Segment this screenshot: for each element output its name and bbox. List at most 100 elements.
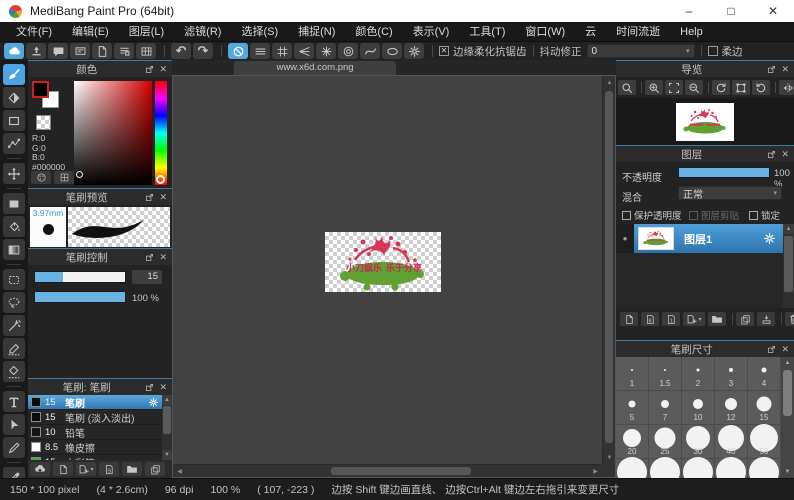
redo-button[interactable]: ↷ bbox=[193, 43, 213, 59]
canvas-viewport[interactable]: 小刀娱乐 乐于分享 ▲ ▼ ◀ ▶ bbox=[172, 75, 616, 478]
menu-timelapse[interactable]: 时间流逝 bbox=[606, 22, 670, 42]
popout-icon[interactable] bbox=[767, 65, 776, 74]
merge-layer-button[interactable] bbox=[757, 312, 775, 326]
transparent-color-swatch[interactable] bbox=[36, 115, 51, 130]
minimize-button[interactable]: – bbox=[668, 0, 710, 22]
reset-view-button[interactable] bbox=[732, 80, 750, 95]
brush-size-cell[interactable]: 4 bbox=[748, 357, 780, 390]
canvas-horizontal-scrollbar[interactable]: ◀ ▶ bbox=[173, 464, 602, 477]
layer-visibility-toggle[interactable]: ● bbox=[616, 224, 634, 253]
rotate-left-button[interactable] bbox=[712, 80, 730, 95]
menu-view[interactable]: 表示(V) bbox=[403, 22, 460, 42]
scroll-thumb[interactable] bbox=[331, 467, 471, 475]
menu-window[interactable]: 窗口(W) bbox=[515, 22, 575, 42]
navigator-view[interactable] bbox=[616, 98, 794, 145]
text-tool[interactable] bbox=[3, 391, 25, 412]
palette-button[interactable] bbox=[31, 171, 51, 184]
snap-radial-button[interactable] bbox=[316, 43, 336, 59]
saturation-value-picker[interactable] bbox=[74, 81, 152, 185]
brush-tool[interactable] bbox=[3, 64, 25, 85]
magic-wand-tool[interactable] bbox=[3, 315, 25, 336]
brush-size-cell[interactable]: 1.5 bbox=[649, 357, 681, 390]
brush-list-item[interactable]: 10 铅笔 bbox=[28, 425, 162, 440]
brush-size-cell[interactable]: 2 bbox=[682, 357, 714, 390]
brush-size-value[interactable]: 15 bbox=[132, 270, 162, 284]
lasso-tool[interactable] bbox=[3, 292, 25, 313]
eraser-tool[interactable] bbox=[3, 87, 25, 108]
snap-settings-button[interactable] bbox=[404, 43, 424, 59]
duplicate-layer-button[interactable] bbox=[736, 312, 754, 326]
gradient-tool[interactable] bbox=[3, 239, 25, 260]
zoom-out-button[interactable] bbox=[685, 80, 703, 95]
close-icon[interactable]: ✕ bbox=[159, 253, 167, 262]
menu-tools[interactable]: 工具(T) bbox=[459, 22, 515, 42]
add-brush-menu-button[interactable]: ▾ bbox=[76, 462, 96, 476]
popout-icon[interactable] bbox=[145, 253, 154, 262]
add-brush-button[interactable] bbox=[53, 462, 73, 476]
canvas-tab[interactable]: www.x6d.com.png bbox=[234, 61, 396, 75]
operate-tool[interactable] bbox=[3, 414, 25, 435]
brush-size-cell[interactable]: 30 bbox=[682, 425, 714, 458]
brush-size-cell[interactable] bbox=[649, 459, 681, 478]
popout-icon[interactable] bbox=[767, 345, 776, 354]
brush-size-slider[interactable] bbox=[34, 271, 126, 283]
brush-opacity-slider[interactable] bbox=[34, 291, 126, 303]
close-icon[interactable]: ✕ bbox=[781, 65, 789, 74]
material-list-button[interactable] bbox=[114, 43, 134, 59]
scroll-thumb[interactable] bbox=[605, 91, 613, 443]
select-eraser-tool[interactable] bbox=[3, 361, 25, 382]
snap-off-button[interactable] bbox=[228, 43, 248, 59]
brush-list-item[interactable]: 15 笔刷 (淡入淡出) bbox=[28, 410, 162, 425]
brush-size-cell[interactable]: 10 bbox=[682, 391, 714, 424]
move-tool[interactable] bbox=[3, 163, 25, 184]
brush-size-cell[interactable] bbox=[682, 459, 714, 478]
soft-edge-checkbox[interactable] bbox=[708, 46, 718, 56]
scroll-down-icon[interactable]: ▼ bbox=[781, 466, 794, 478]
shape-tool[interactable] bbox=[3, 110, 25, 131]
add-layer-menu-button[interactable]: ▾ bbox=[683, 312, 705, 326]
scroll-up-icon[interactable]: ▲ bbox=[783, 224, 794, 234]
snap-grid-button[interactable] bbox=[272, 43, 292, 59]
brush-folder-button[interactable] bbox=[122, 462, 142, 476]
layer-opacity-slider[interactable] bbox=[678, 167, 770, 178]
brush-cloud-download-button[interactable] bbox=[30, 462, 50, 476]
snap-curve-button[interactable] bbox=[360, 43, 380, 59]
scroll-left-icon[interactable]: ◀ bbox=[173, 465, 186, 478]
document-button[interactable] bbox=[92, 43, 112, 59]
scroll-up-icon[interactable]: ▲ bbox=[781, 357, 794, 369]
new-1bit-layer-button[interactable] bbox=[662, 312, 680, 326]
menu-snap[interactable]: 捕捉(N) bbox=[288, 22, 345, 42]
zoom-in-button[interactable] bbox=[645, 80, 663, 95]
brush-size-cell[interactable]: 7 bbox=[649, 391, 681, 424]
brush-size-cell[interactable]: 25 bbox=[649, 425, 681, 458]
protect-alpha-checkbox[interactable]: 保护透明度 bbox=[622, 208, 682, 222]
fill-tool[interactable] bbox=[3, 193, 25, 214]
brush-size-cell[interactable]: 12 bbox=[715, 391, 747, 424]
brush-size-cell[interactable]: 5 bbox=[616, 391, 648, 424]
scroll-up-icon[interactable]: ▲ bbox=[162, 395, 172, 405]
brush-list-item[interactable]: 15 笔刷 bbox=[28, 395, 162, 410]
menu-help[interactable]: Help bbox=[670, 22, 713, 42]
brush-size-cell[interactable] bbox=[715, 459, 747, 478]
rotate-right-button[interactable] bbox=[752, 80, 770, 95]
flip-horizontal-button[interactable] bbox=[779, 80, 794, 95]
popout-icon[interactable] bbox=[145, 193, 154, 202]
brush-list-item[interactable]: 8.5 橡皮擦 bbox=[28, 440, 162, 455]
menu-cloud[interactable]: 云 bbox=[575, 22, 606, 42]
brush-size-cell[interactable]: 50 bbox=[748, 425, 780, 458]
script-brush-button[interactable] bbox=[99, 462, 119, 476]
brush-size-cell[interactable]: 1 bbox=[616, 357, 648, 390]
scroll-up-icon[interactable]: ▲ bbox=[603, 76, 616, 89]
snap-vanishing-point-button[interactable] bbox=[294, 43, 314, 59]
menu-filter[interactable]: 滤镜(R) bbox=[174, 22, 231, 42]
brush-size-scrollbar[interactable]: ▲ ▼ bbox=[781, 357, 794, 478]
scroll-right-icon[interactable]: ▶ bbox=[589, 465, 602, 478]
menu-layer[interactable]: 图层(L) bbox=[119, 22, 174, 42]
pen-tool[interactable] bbox=[3, 437, 25, 458]
close-icon[interactable]: ✕ bbox=[159, 383, 167, 392]
brush-size-cell[interactable] bbox=[748, 459, 780, 478]
layer-folder-button[interactable] bbox=[708, 312, 726, 326]
fit-view-button[interactable] bbox=[665, 80, 683, 95]
scroll-thumb[interactable] bbox=[784, 236, 793, 292]
foreground-color-swatch[interactable] bbox=[32, 81, 49, 98]
